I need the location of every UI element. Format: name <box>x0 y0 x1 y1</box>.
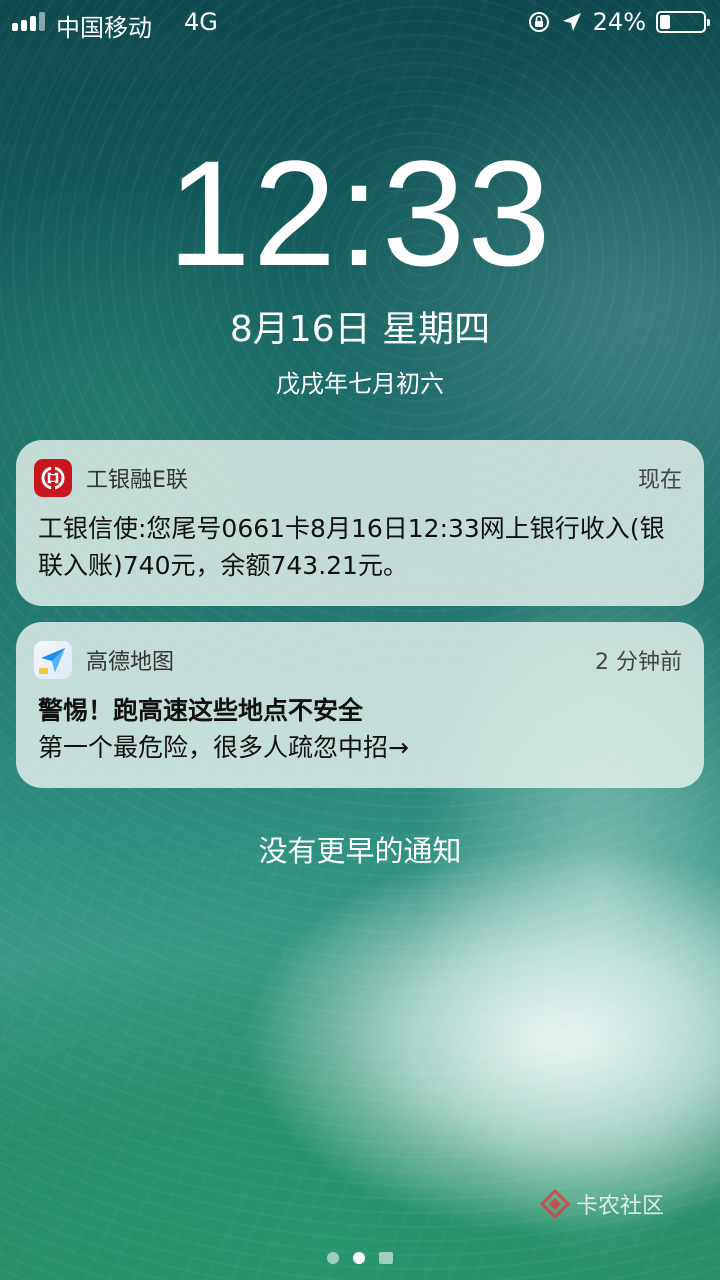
carrier-name: 中国移动 <box>56 14 152 42</box>
rotation-lock-icon <box>528 12 549 32</box>
battery-fill <box>660 15 670 29</box>
watermark-logo-icon <box>540 1189 570 1219</box>
notification-text: 第一个最危险，很多人疏忽中招→ <box>38 733 409 762</box>
watermark: 卡农社区 <box>540 1188 664 1220</box>
page-indicator[interactable] <box>0 1252 720 1264</box>
watermark-text: 卡农社区 <box>576 1194 665 1219</box>
network-type: 4G <box>184 8 218 36</box>
amap-icon <box>34 641 72 679</box>
notification-time: 现在 <box>637 468 682 493</box>
lock-date: 8月16日 星期四 <box>229 309 491 350</box>
page-dot-active <box>353 1252 365 1264</box>
status-bar: 中国移动 4G 24% <box>0 0 720 48</box>
notification-header: 工银融E联 现在 <box>34 458 682 498</box>
notification-app-name: 工银融E联 <box>86 468 188 493</box>
notification-header: 高德地图 2 分钟前 <box>34 640 682 680</box>
notification-body: 工银信使:您尾号0661卡8月16日12:33网上银行收入(银联入账)740元，… <box>38 514 665 580</box>
location-arrow-icon <box>562 13 581 31</box>
lock-time: 12:33 <box>167 129 553 297</box>
camera-page-icon <box>379 1252 393 1264</box>
battery-icon <box>656 11 710 33</box>
notification-title: 警惕！跑高速这些地点不安全 <box>38 696 364 725</box>
notification-icbc[interactable]: 工银融E联 现在 工银信使:您尾号0661卡8月16日12:33网上银行收入(银… <box>16 440 704 606</box>
notification-amap[interactable]: 高德地图 2 分钟前 警惕！跑高速这些地点不安全 第一个最危险，很多人疏忽中招→ <box>16 622 704 788</box>
no-more-notifications: 没有更早的通知 <box>258 834 462 868</box>
battery-percent: 24% <box>592 8 646 36</box>
notification-body: 警惕！跑高速这些地点不安全 第一个最危险，很多人疏忽中招→ <box>38 692 682 766</box>
icbc-icon <box>34 459 72 497</box>
signal-icon <box>12 12 45 31</box>
notification-app-name: 高德地图 <box>86 650 175 675</box>
page-dot <box>327 1252 339 1264</box>
notification-time: 2 分钟前 <box>595 650 682 675</box>
lunar-date: 戊戌年七月初六 <box>276 370 444 398</box>
